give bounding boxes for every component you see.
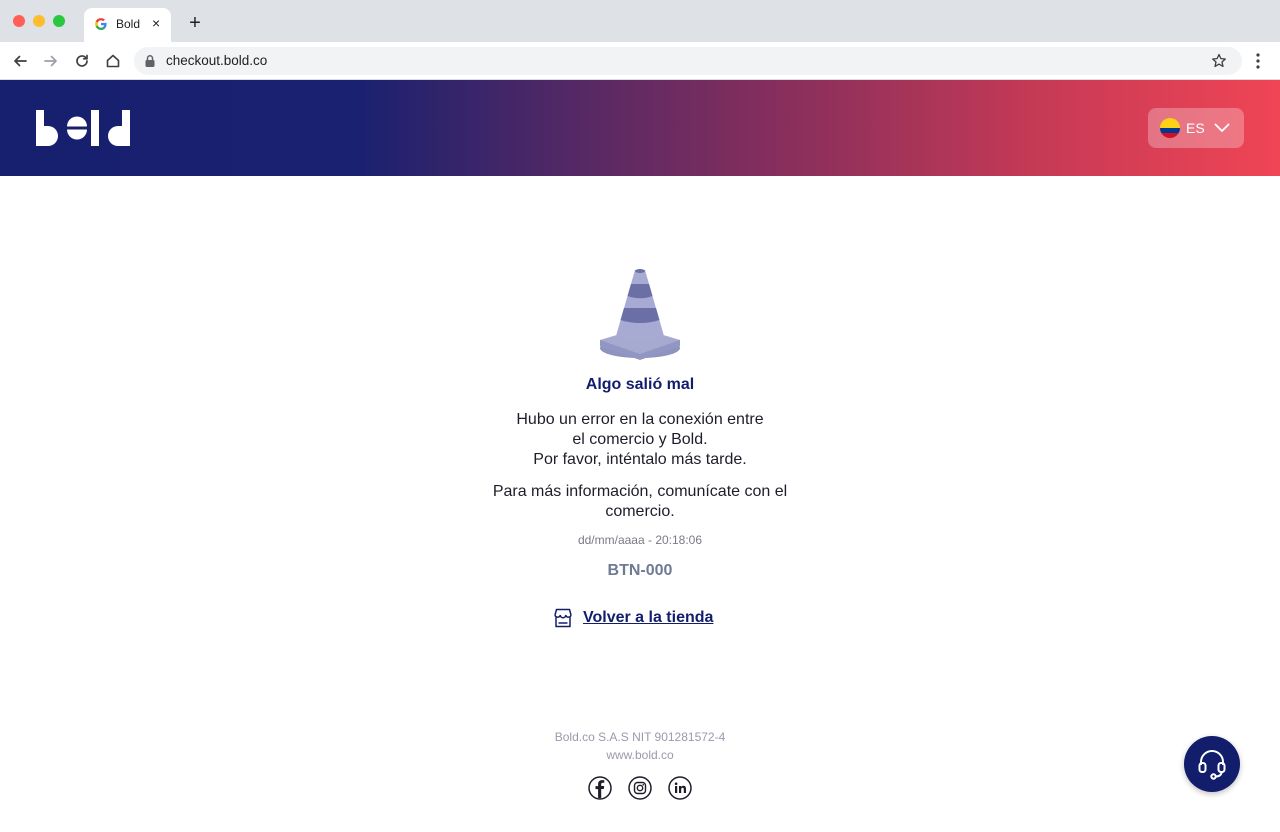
site-header: bold ES xyxy=(0,80,1280,176)
tab-title: Bold xyxy=(116,17,141,31)
tab-close-icon[interactable]: × xyxy=(152,15,160,31)
browser-menu-icon[interactable] xyxy=(1250,52,1266,70)
lock-icon xyxy=(145,55,155,67)
url-text: checkout.bold.co xyxy=(166,53,268,68)
browser-tabstrip: Bold × + xyxy=(0,0,1280,42)
error-message: Hubo un error en la conexión entre el co… xyxy=(440,410,840,470)
info-message-line: Para más información, comunícate con el xyxy=(492,483,788,500)
back-arrow-icon[interactable] xyxy=(10,51,30,71)
back-to-store-link[interactable]: Volver a la tienda xyxy=(552,606,713,630)
bookmark-star-icon[interactable] xyxy=(1210,52,1228,70)
footer-website[interactable]: www.bold.co xyxy=(0,748,1280,762)
address-bar[interactable]: checkout.bold.co xyxy=(134,47,1242,75)
window-close-button[interactable] xyxy=(13,15,25,27)
back-to-store-label: Volver a la tienda xyxy=(583,609,714,626)
error-code: BTN-000 xyxy=(607,562,673,579)
forward-arrow-icon[interactable] xyxy=(41,51,61,71)
linkedin-icon[interactable] xyxy=(668,776,692,800)
traffic-cone-icon xyxy=(600,269,680,360)
browser-tab[interactable]: Bold × xyxy=(84,8,171,42)
error-panel: Algo salió mal Hubo un error en la conex… xyxy=(0,176,1280,696)
reload-icon[interactable] xyxy=(72,51,92,71)
error-title: Algo salió mal xyxy=(585,376,695,393)
colombia-flag-icon xyxy=(1160,118,1180,138)
chevron-down-icon xyxy=(1214,123,1230,132)
error-timestamp: dd/mm/aaaa - 20:18:06 xyxy=(577,533,703,547)
info-message-line: comercio. xyxy=(605,503,675,520)
bold-logo[interactable]: bold xyxy=(36,110,140,148)
home-icon[interactable] xyxy=(103,51,123,71)
headset-icon xyxy=(1198,750,1226,780)
support-chat-button[interactable] xyxy=(1184,736,1240,792)
instagram-icon[interactable] xyxy=(628,776,652,800)
error-message-line: Hubo un error en la conexión entre xyxy=(516,411,764,428)
language-selector[interactable]: ES xyxy=(1148,108,1244,148)
language-code: ES xyxy=(1186,120,1205,136)
browser-toolbar: checkout.bold.co xyxy=(0,42,1280,80)
footer-company: Bold.co S.A.S NIT 901281572-4 xyxy=(554,730,726,744)
store-icon xyxy=(554,608,572,628)
new-tab-button[interactable]: + xyxy=(186,12,204,34)
error-message-line: Por favor, inténtalo más tarde. xyxy=(533,451,747,468)
error-message-line: el comercio y Bold. xyxy=(572,431,708,448)
facebook-icon[interactable] xyxy=(588,776,612,800)
info-message: Para más información, comunícate con el … xyxy=(440,482,840,522)
window-minimize-button[interactable] xyxy=(33,15,45,27)
google-favicon-icon xyxy=(95,18,107,30)
window-maximize-button[interactable] xyxy=(53,15,65,27)
